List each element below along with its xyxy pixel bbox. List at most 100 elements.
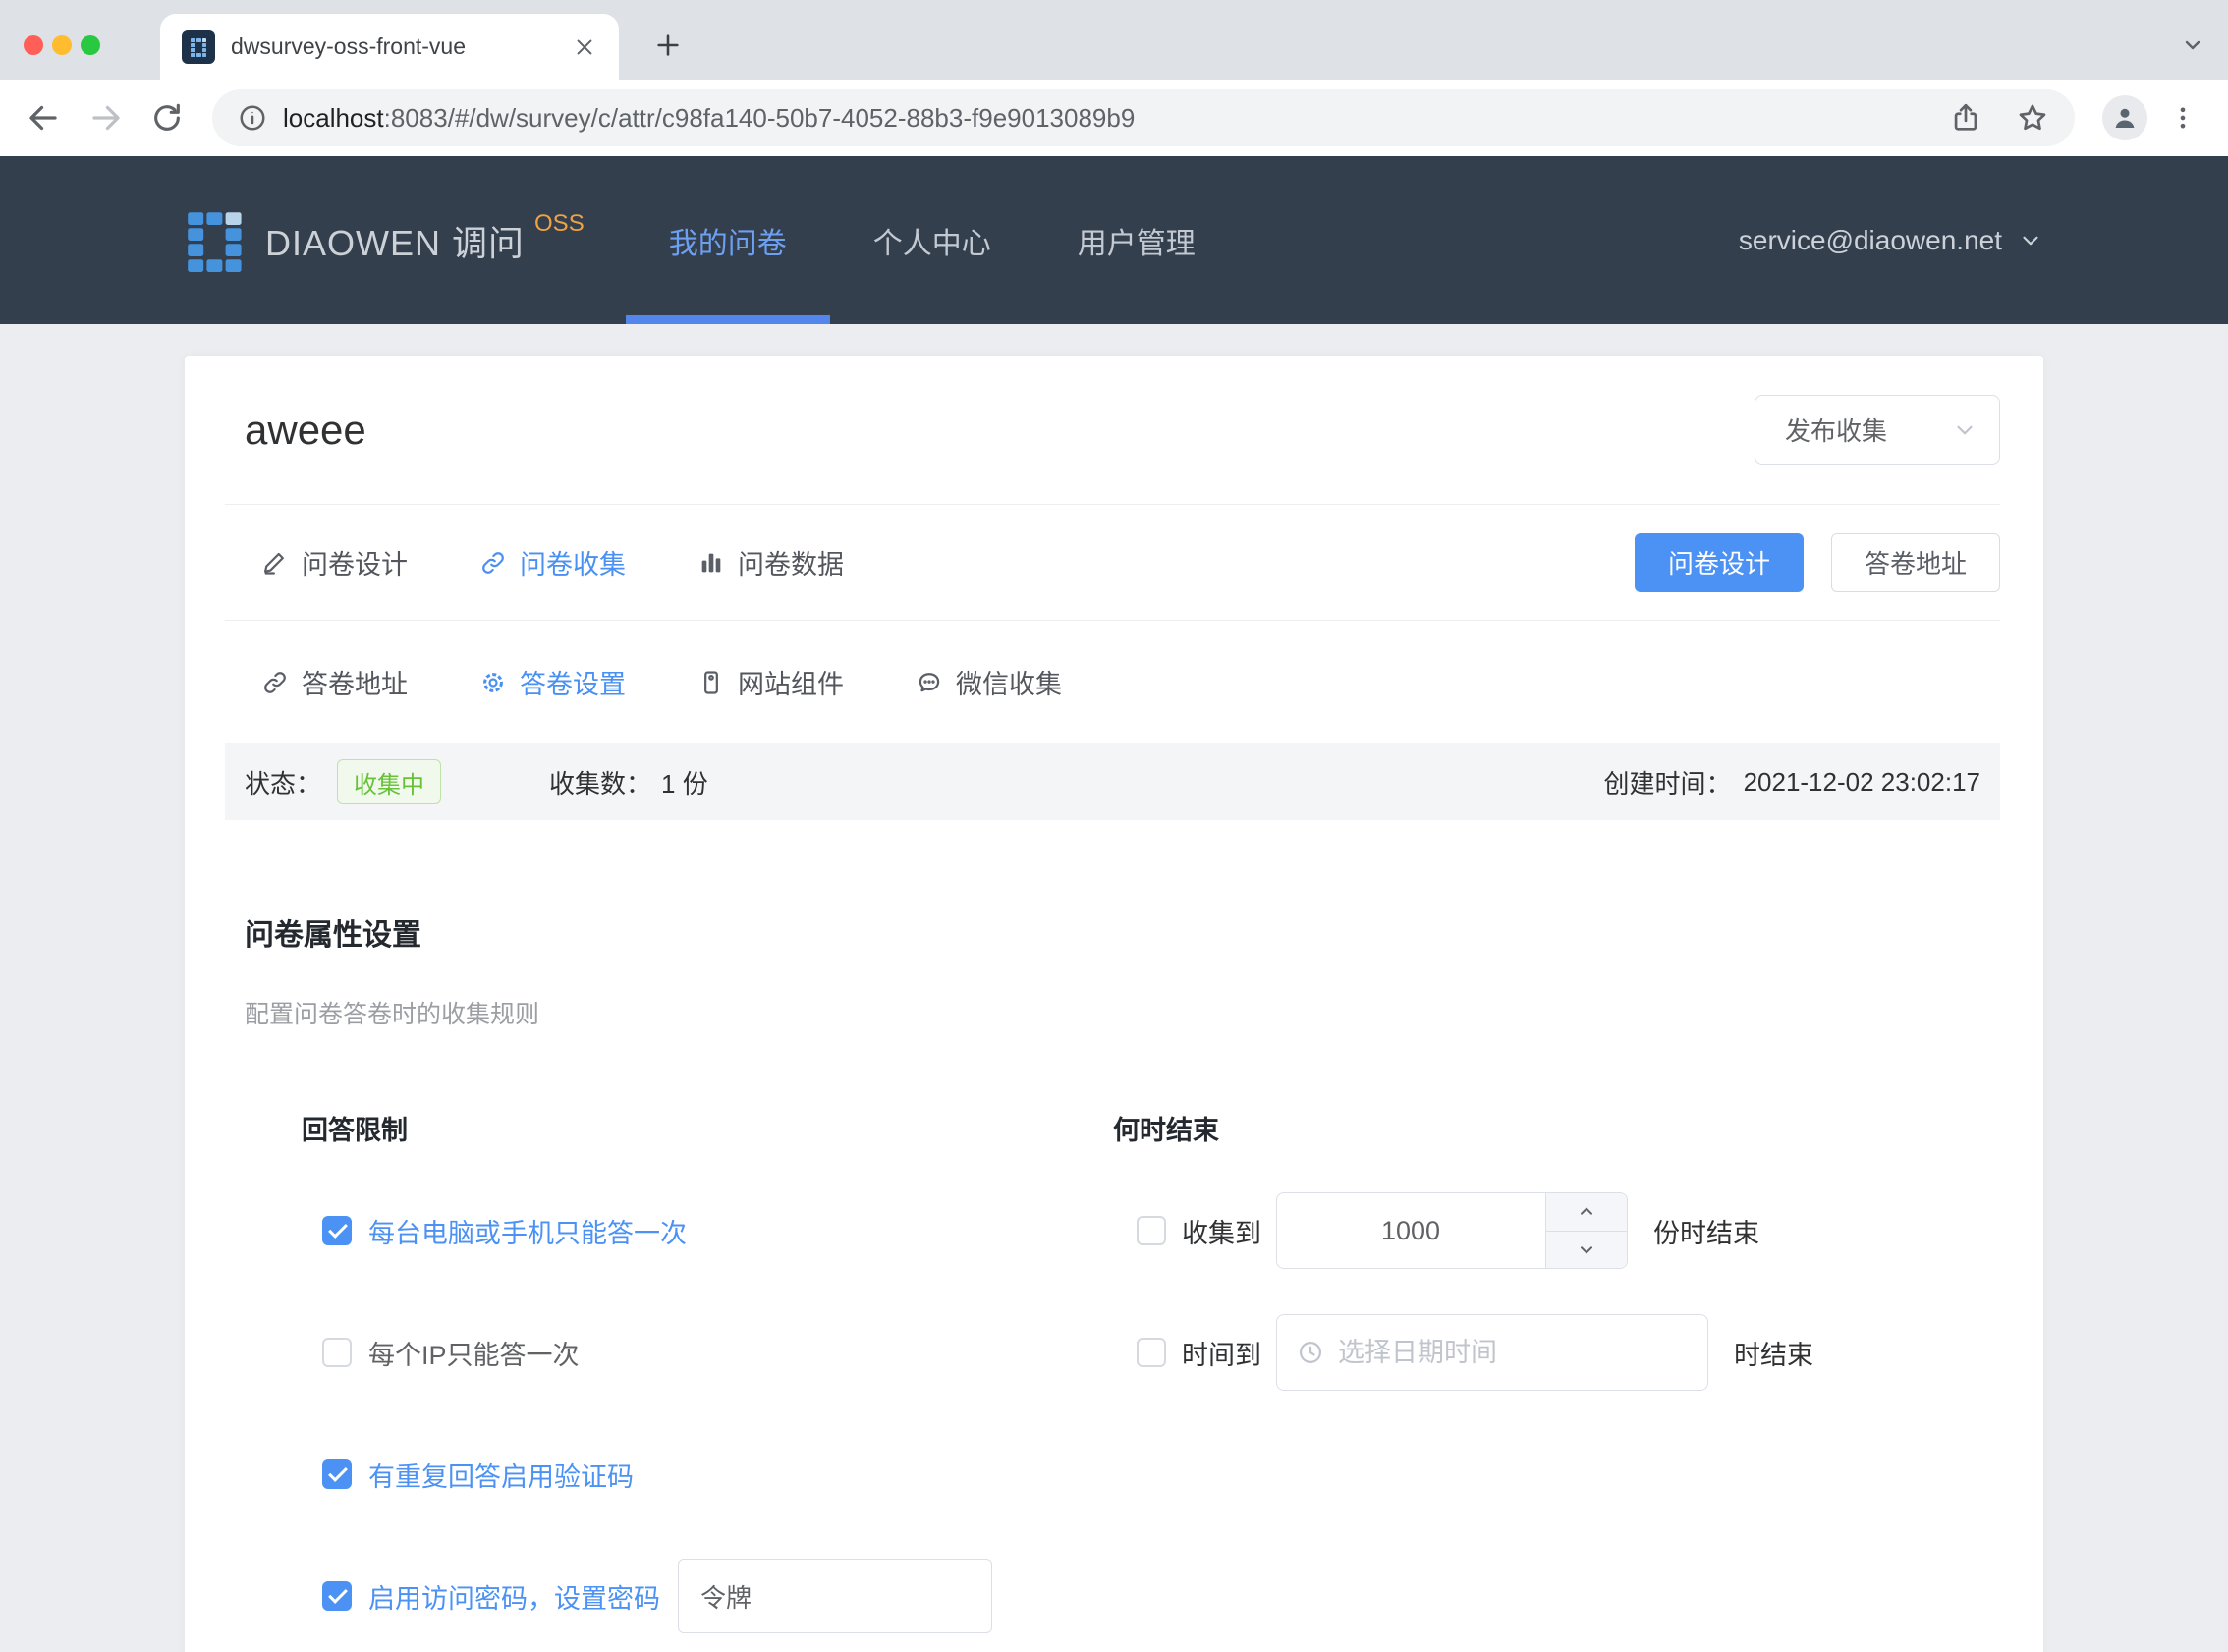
checkbox-row-collect-to: 收集到 份时结束 xyxy=(1137,1192,2000,1269)
nav-item-user-management[interactable]: 用户管理 xyxy=(1034,156,1239,324)
bookmark-star-icon[interactable] xyxy=(2016,101,2049,135)
tab-survey-data[interactable]: 问卷数据 xyxy=(697,543,844,581)
settings-heading: 问卷属性设置 xyxy=(245,910,2000,954)
reload-icon[interactable] xyxy=(145,96,189,139)
site-info-icon[interactable] xyxy=(238,103,267,133)
status-bar: 状态： 收集中 收集数： 1 份 创建时间： 2021-12-02 23:02:… xyxy=(225,743,2000,820)
forward-icon[interactable] xyxy=(84,96,128,139)
chevron-down-icon xyxy=(1952,417,1977,443)
end-rules-column: 何时结束 收集到 xyxy=(1113,1109,2000,1634)
answer-url-button[interactable]: 答卷地址 xyxy=(1831,533,2000,592)
edit-icon xyxy=(261,549,289,577)
main-nav: 我的问卷 个人中心 用户管理 xyxy=(626,156,1239,324)
browser-tab-strip: dwsurvey-oss-front-vue xyxy=(0,0,2228,80)
publish-select-value: 发布收集 xyxy=(1785,412,1887,448)
browser-menu-icon[interactable] xyxy=(2165,100,2200,136)
tab-answer-url[interactable]: 答卷地址 xyxy=(261,663,408,701)
tab-close-icon[interactable] xyxy=(572,34,597,60)
collect-count-input-wrap xyxy=(1276,1192,1628,1269)
checkbox-row-captcha-on-repeat: 有重复回答启用验证码 xyxy=(322,1436,1113,1513)
screen: dwsurvey-oss-front-vue localhost:8083/#/… xyxy=(0,0,2228,1652)
created-time-value: 2021-12-02 23:02:17 xyxy=(1744,767,1980,798)
tab-label: 问卷收集 xyxy=(520,543,626,581)
link-icon xyxy=(261,669,289,696)
checkbox[interactable] xyxy=(322,1459,352,1489)
tab-survey-design[interactable]: 问卷设计 xyxy=(261,543,408,581)
settings-subheading: 配置问卷答卷时的收集规则 xyxy=(245,995,2000,1030)
tab-wechat-collect[interactable]: 微信收集 xyxy=(916,663,1062,701)
collect-count-value: 1 份 xyxy=(661,764,708,800)
zoom-window-button[interactable] xyxy=(81,35,100,55)
tab-label: 网站组件 xyxy=(738,663,844,701)
time-to-suffix: 时结束 xyxy=(1734,1334,1813,1372)
chart-icon xyxy=(697,549,725,577)
traffic-lights xyxy=(24,35,100,55)
survey-design-button[interactable]: 问卷设计 xyxy=(1635,533,1804,592)
browser-profile-avatar[interactable] xyxy=(2102,95,2147,140)
settings-form: 回答限制 每台电脑或手机只能答一次 每个IP只能答一次 有重复回答启用验证码 xyxy=(225,1109,2000,1634)
share-icon[interactable] xyxy=(1949,101,1982,135)
access-password-input[interactable] xyxy=(678,1559,992,1633)
checkbox[interactable] xyxy=(1137,1216,1166,1245)
tab-search-chevron-icon[interactable] xyxy=(2177,29,2208,61)
browser-toolbar: localhost:8083/#/dw/survey/c/attr/c98fa1… xyxy=(0,80,2228,156)
status-label: 状态： xyxy=(245,764,321,800)
new-tab-button[interactable] xyxy=(648,26,688,65)
checkbox-row-time-to: 时间到 时结束 xyxy=(1137,1314,2000,1391)
spinner-up-icon[interactable] xyxy=(1546,1193,1627,1232)
back-icon[interactable] xyxy=(22,96,65,139)
created-time-label: 创建时间： xyxy=(1604,764,1732,800)
url-bar[interactable]: localhost:8083/#/dw/survey/c/attr/c98fa1… xyxy=(212,89,2075,146)
answer-limit-heading: 回答限制 xyxy=(302,1109,1113,1147)
nav-item-my-surveys[interactable]: 我的问卷 xyxy=(626,156,830,324)
nav-label: 个人中心 xyxy=(873,219,991,262)
checkbox-label[interactable]: 启用访问密码，设置密码 xyxy=(368,1577,660,1616)
checkbox[interactable] xyxy=(322,1581,352,1611)
checkbox-label[interactable]: 每个IP只能答一次 xyxy=(368,1334,580,1372)
nav-label: 我的问卷 xyxy=(669,219,787,262)
tab-label: 答卷设置 xyxy=(520,663,626,701)
time-to-label[interactable]: 时间到 xyxy=(1182,1334,1261,1372)
close-window-button[interactable] xyxy=(24,35,43,55)
diaowen-logo-icon xyxy=(185,209,248,272)
end-rules-heading: 何时结束 xyxy=(1113,1109,2000,1147)
tab-label: 答卷地址 xyxy=(302,663,408,701)
tab-site-widget[interactable]: 网站组件 xyxy=(697,663,844,701)
minimize-window-button[interactable] xyxy=(52,35,72,55)
answer-limit-column: 回答限制 每台电脑或手机只能答一次 每个IP只能答一次 有重复回答启用验证码 xyxy=(225,1109,1113,1634)
gear-icon xyxy=(479,669,507,696)
tab-survey-collect[interactable]: 问卷收集 xyxy=(479,543,626,581)
account-menu[interactable]: service@diaowen.net xyxy=(1739,156,2043,324)
tab-label: 问卷设计 xyxy=(302,543,408,581)
publish-select[interactable]: 发布收集 xyxy=(1755,395,2000,465)
tab-answer-settings[interactable]: 答卷设置 xyxy=(479,663,626,701)
browser-tab[interactable]: dwsurvey-oss-front-vue xyxy=(160,14,619,80)
tab-title: dwsurvey-oss-front-vue xyxy=(231,33,572,60)
checkbox-label[interactable]: 有重复回答启用验证码 xyxy=(368,1456,634,1494)
collect-count-label: 收集数： xyxy=(549,764,651,800)
url-path: :8083/#/dw/survey/c/attr/c98fa140-50b7-4… xyxy=(384,103,1136,133)
collect-to-suffix: 份时结束 xyxy=(1653,1212,1759,1250)
collect-to-label[interactable]: 收集到 xyxy=(1182,1212,1261,1250)
datetime-picker[interactable] xyxy=(1276,1314,1708,1391)
clock-icon xyxy=(1297,1339,1324,1366)
spinner-down-icon[interactable] xyxy=(1546,1232,1627,1269)
tab-label: 问卷数据 xyxy=(738,543,844,581)
checkbox-row-one-per-ip: 每个IP只能答一次 xyxy=(322,1314,1113,1391)
nav-label: 用户管理 xyxy=(1078,219,1196,262)
brand: DIAOWEN 调问 OSS xyxy=(185,156,585,324)
checkbox-row-one-per-device: 每台电脑或手机只能答一次 xyxy=(322,1192,1113,1269)
checkbox-label[interactable]: 每台电脑或手机只能答一次 xyxy=(368,1212,687,1250)
checkbox[interactable] xyxy=(1137,1338,1166,1367)
checkbox[interactable] xyxy=(322,1338,352,1367)
survey-card: aweee 发布收集 问卷设计 xyxy=(185,356,2043,1652)
url-host: localhost xyxy=(283,103,384,133)
checkbox[interactable] xyxy=(322,1216,352,1245)
survey-actions: 问卷设计 答卷地址 xyxy=(1635,533,2000,592)
status-badge: 收集中 xyxy=(337,759,441,804)
primary-tabs: 问卷设计 问卷收集 问卷数据 问卷设计 答卷地址 xyxy=(225,505,2000,621)
favicon xyxy=(182,30,215,64)
nav-item-personal-center[interactable]: 个人中心 xyxy=(830,156,1034,324)
datetime-input[interactable] xyxy=(1338,1338,1688,1368)
survey-title-row: aweee 发布收集 xyxy=(225,356,2000,505)
